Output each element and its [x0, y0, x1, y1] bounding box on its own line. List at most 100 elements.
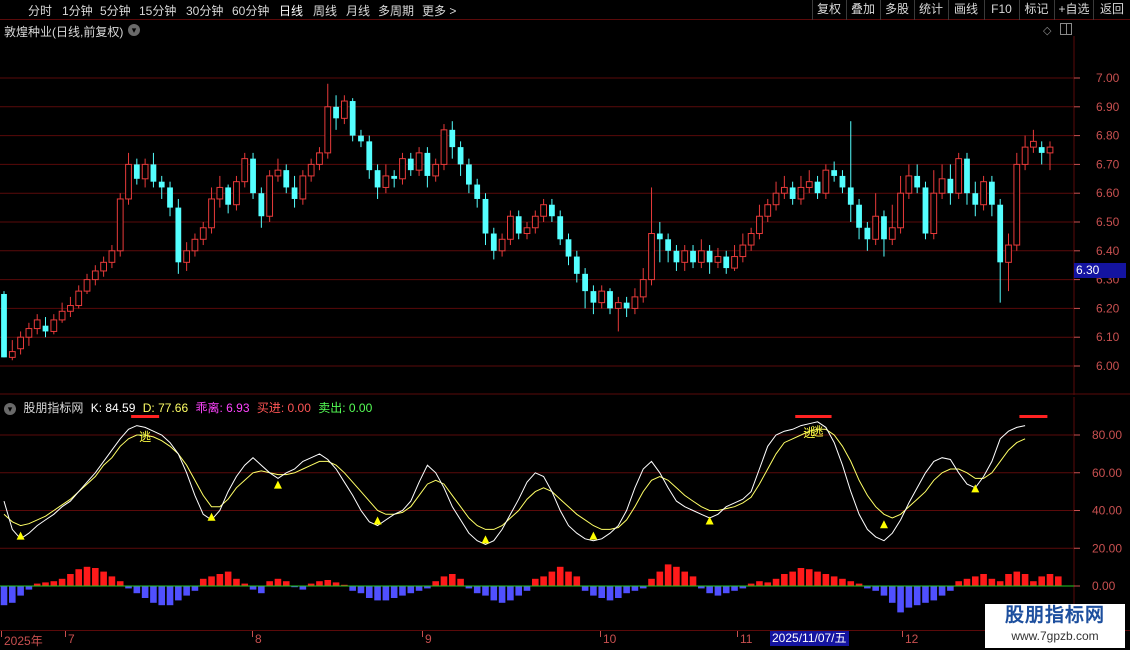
toolbar-button[interactable]: 复权: [812, 0, 845, 20]
date-tick: [600, 631, 601, 637]
toolbar-button[interactable]: 叠加: [846, 0, 879, 20]
indicator-chart[interactable]: 80.0060.0040.0020.000.00逃 逃逃: [0, 397, 1130, 630]
macd-bar: [233, 578, 240, 586]
macd-bar: [971, 576, 979, 586]
macd-bar: [615, 586, 622, 598]
toolbar-button[interactable]: 统计: [914, 0, 947, 20]
candle-body: [847, 187, 854, 205]
macd-bar: [822, 574, 830, 586]
price-tick-label: 6.10: [1096, 330, 1120, 344]
candle-body: [8, 351, 16, 358]
macd-bar: [141, 586, 149, 598]
indicator-tick-label: 40.00: [1092, 504, 1122, 518]
period-tab[interactable]: 60分钟: [232, 2, 269, 19]
candle-body: [947, 178, 954, 194]
macd-bar: [839, 578, 846, 586]
period-tab[interactable]: 分时: [28, 2, 52, 19]
chevron-down-icon[interactable]: ▾: [128, 24, 140, 36]
macd-bar: [365, 586, 373, 598]
macd-bar: [689, 576, 697, 586]
macd-bar: [25, 586, 33, 590]
date-cursor-label: 2025/11/07/五: [770, 631, 849, 646]
candlestick-chart[interactable]: 7.00 6.90 6.80 6.70 6.60 6.50 6.40 6.30 6.20 6.10…: [0, 36, 1130, 395]
candle-body: [515, 216, 522, 234]
date-tick: [737, 631, 738, 637]
candle-body: [938, 178, 946, 194]
macd-bar: [274, 578, 282, 586]
macd-bar: [731, 586, 738, 591]
macd-bar: [67, 574, 74, 586]
toolbar-button[interactable]: 返回: [1093, 0, 1130, 20]
candle-body: [723, 256, 730, 269]
macd-bar: [872, 586, 879, 591]
candle-body: [67, 305, 74, 312]
candle-body: [75, 290, 83, 307]
macd-bar: [0, 586, 8, 606]
candle-body: [756, 215, 763, 235]
period-tab[interactable]: 5分钟: [100, 2, 131, 19]
toolbar-button[interactable]: +自选: [1054, 0, 1093, 20]
price-tick-label: 6.80: [1096, 129, 1120, 143]
candle-body: [839, 175, 846, 188]
candle-body: [814, 181, 821, 194]
period-tab[interactable]: 多周期: [378, 2, 414, 19]
candle-body: [739, 244, 747, 258]
period-tab[interactable]: 30分钟: [186, 2, 223, 19]
candle-body: [108, 250, 116, 263]
toolbar-button[interactable]: F10: [984, 0, 1018, 20]
macd-bar: [482, 586, 489, 596]
period-tab[interactable]: 更多 >: [422, 2, 456, 19]
indicator-tick-label: 20.00: [1092, 541, 1122, 555]
candle-body: [457, 147, 464, 165]
sell-zone-marker: [1019, 415, 1048, 418]
period-tab[interactable]: 日线: [279, 2, 303, 19]
candle-body: [374, 170, 381, 188]
candle-body: [822, 169, 830, 194]
macd-bar: [922, 586, 929, 603]
candle-body: [440, 129, 448, 165]
price-tick-label: 6.50: [1096, 215, 1120, 229]
toolbar-button[interactable]: 画线: [948, 0, 983, 20]
macd-bar: [158, 586, 166, 606]
candle-body: [673, 250, 680, 263]
macd-bar: [930, 586, 938, 601]
macd-bar: [150, 586, 157, 603]
macd-bar: [673, 566, 680, 586]
macd-bar: [523, 586, 531, 591]
candle-body: [283, 170, 290, 188]
period-tab[interactable]: 月线: [346, 2, 370, 19]
macd-bar: [266, 581, 273, 586]
candle-body: [639, 279, 647, 298]
date-tick: [1, 631, 2, 637]
indicator-tick-label: 80.00: [1092, 428, 1122, 442]
candle-body: [881, 216, 887, 240]
macd-bar: [623, 586, 630, 594]
period-tab[interactable]: 1分钟: [62, 2, 93, 19]
macd-bar: [415, 586, 423, 591]
period-tab[interactable]: 周线: [313, 2, 337, 19]
macd-bar: [299, 586, 307, 590]
macd-bar: [996, 581, 1004, 586]
macd-bar: [847, 581, 855, 586]
candle-body: [33, 319, 41, 330]
price-tick-label: 6.70: [1096, 157, 1120, 171]
date-tick: [422, 631, 423, 637]
window-layout-icon[interactable]: [1060, 23, 1072, 35]
macd-bar: [208, 576, 215, 586]
macd-bar: [540, 576, 547, 586]
candle-body: [955, 158, 963, 194]
toolbar-button[interactable]: 多股: [880, 0, 913, 20]
candle-body: [399, 158, 406, 180]
candle-body: [614, 302, 622, 309]
period-tab[interactable]: 15分钟: [139, 2, 176, 19]
macd-bar: [772, 578, 780, 586]
macd-bar: [1055, 576, 1062, 586]
macd-bar: [532, 578, 539, 586]
toolbar-button[interactable]: 标记: [1019, 0, 1053, 20]
macd-bar: [515, 586, 522, 596]
price-tick-label: 6.00: [1096, 359, 1120, 373]
candle-body: [856, 204, 862, 228]
candle-body: [523, 227, 531, 235]
candle-body: [1021, 146, 1029, 165]
candle-body: [258, 193, 265, 217]
